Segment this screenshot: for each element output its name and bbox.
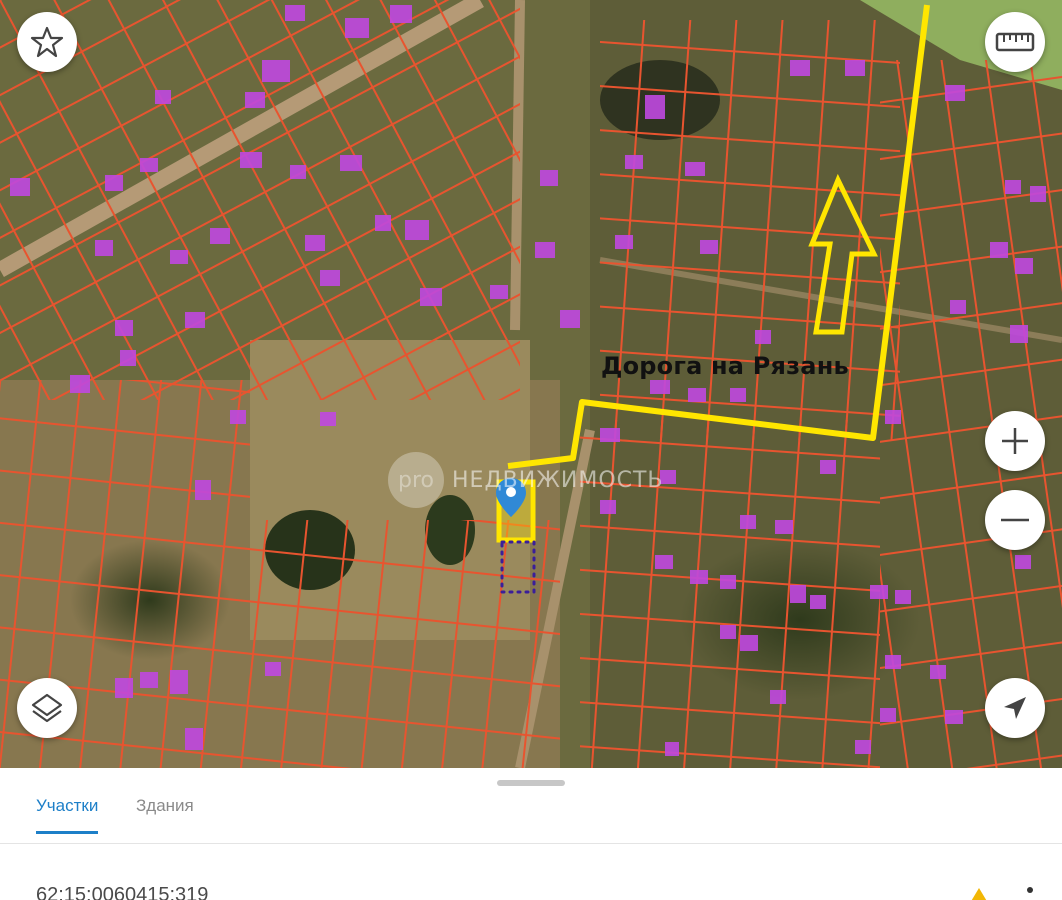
ruler-button[interactable] [985,12,1045,72]
cadastral-number: 62:15:0060415:319 [36,884,209,900]
plus-icon [1002,428,1028,454]
tab-buildings[interactable]: Здания [136,796,194,831]
watermark-text: НЕДВИЖИМОСТЬ [452,467,664,493]
sheet-actions [966,886,1040,900]
zoom-in-button[interactable] [985,411,1045,471]
map-view[interactable]: Дорога на Рязань pro НЕДВИЖИМОСТЬ [0,0,1062,768]
locate-button[interactable] [985,678,1045,738]
layers-icon [31,693,63,723]
tab-plots[interactable]: Участки [36,796,99,834]
drag-handle[interactable] [497,780,565,786]
zoom-out-button[interactable] [985,490,1045,550]
minus-icon [1001,518,1029,522]
satellite-map [0,0,1062,768]
ruler-icon [995,32,1035,52]
layers-button[interactable] [17,678,77,738]
warning-icon[interactable] [966,886,992,900]
road-label: Дорога на Рязань [601,352,849,380]
tab-bar: Участки Здания [0,788,1062,844]
bottom-sheet[interactable]: Участки Здания 62:15:0060415:319 [0,768,1062,900]
navigation-arrow-icon [1004,697,1026,719]
watermark-logo: pro [388,452,444,508]
favorite-button[interactable] [17,12,77,72]
watermark: pro НЕДВИЖИМОСТЬ [388,452,664,508]
star-icon [30,26,64,58]
more-icon[interactable] [1020,886,1040,900]
